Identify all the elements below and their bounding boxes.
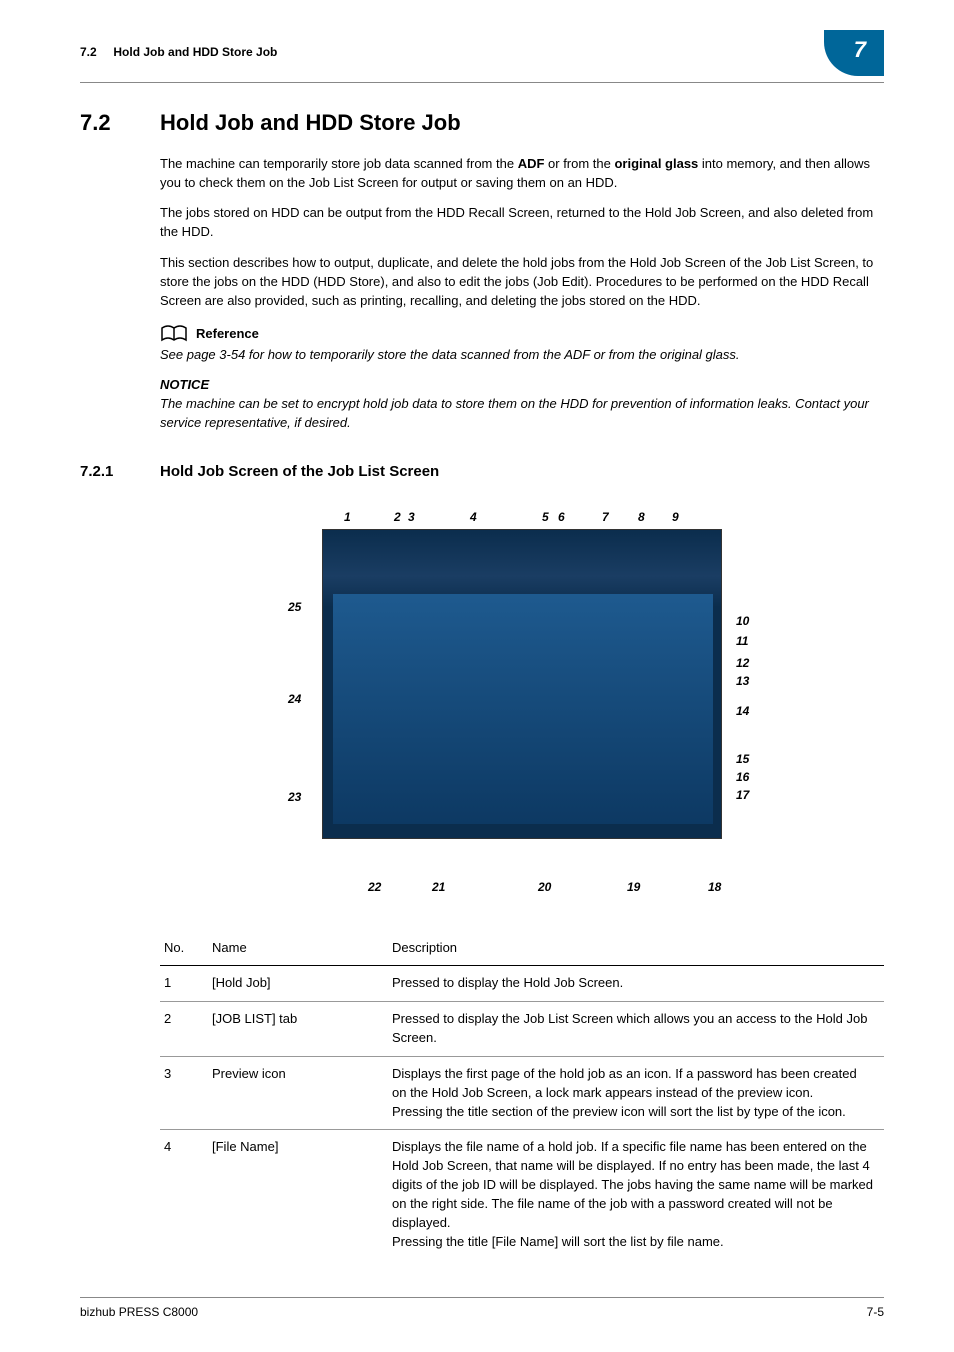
running-header-left: 7.2 Hold Job and HDD Store Job — [80, 44, 277, 61]
rh-section-title: Hold Job and HDD Store Job — [113, 45, 277, 59]
callout: 15 — [736, 751, 749, 768]
callout: 5 — [542, 509, 549, 526]
th-desc: Description — [388, 931, 884, 966]
callout: 25 — [288, 599, 301, 616]
reference-heading: Reference — [160, 325, 884, 344]
callout: 7 — [602, 509, 609, 526]
callout: 22 — [368, 879, 381, 896]
subsection-title: Hold Job Screen of the Job List Screen — [160, 461, 439, 483]
callout: 11 — [736, 633, 748, 650]
callout: 4 — [470, 509, 477, 526]
cell-no: 2 — [160, 1002, 208, 1057]
callout: 8 — [638, 509, 645, 526]
paragraph: The machine can temporarily store job da… — [160, 155, 884, 193]
table-header-row: No. Name Description — [160, 931, 884, 966]
cell-desc: Displays the first page of the hold job … — [388, 1056, 884, 1130]
callout: 17 — [736, 787, 749, 804]
callout: 13 — [736, 673, 749, 690]
reference-text: See page 3-54 for how to temporarily sto… — [160, 346, 884, 365]
header-rule — [80, 82, 884, 83]
chapter-tab: 7 — [824, 30, 884, 76]
running-header: 7.2 Hold Job and HDD Store Job 7 — [80, 30, 884, 76]
callout: 23 — [288, 789, 301, 806]
notice-text: The machine can be set to encrypt hold j… — [160, 395, 884, 433]
callout: 20 — [538, 879, 551, 896]
cell-name: [File Name] — [208, 1130, 388, 1260]
cell-no: 3 — [160, 1056, 208, 1130]
figure: 1 2 3 4 5 6 7 8 9 10 11 12 13 14 15 16 1… — [160, 503, 884, 909]
table-row: 2 [JOB LIST] tab Pressed to display the … — [160, 1002, 884, 1057]
cell-no: 1 — [160, 966, 208, 1002]
cell-desc: Displays the file name of a hold job. If… — [388, 1130, 884, 1260]
cell-name: Preview icon — [208, 1056, 388, 1130]
reference-label: Reference — [196, 325, 259, 344]
callout: 24 — [288, 691, 301, 708]
callout: 14 — [736, 703, 749, 720]
callout: 1 — [344, 509, 351, 526]
cell-desc: Pressed to display the Hold Job Screen. — [388, 966, 884, 1002]
subsection-heading: 7.2.1 Hold Job Screen of the Job List Sc… — [80, 461, 884, 483]
table-row: 4 [File Name] Displays the file name of … — [160, 1130, 884, 1260]
section-title: Hold Job and HDD Store Job — [160, 107, 461, 139]
rh-section-no: 7.2 — [80, 45, 97, 59]
paragraph: This section describes how to output, du… — [160, 254, 884, 311]
cell-name: [JOB LIST] tab — [208, 1002, 388, 1057]
callout: 10 — [736, 613, 749, 630]
paragraph: The jobs stored on HDD can be output fro… — [160, 204, 884, 242]
cell-no: 4 — [160, 1130, 208, 1260]
book-icon — [160, 325, 188, 343]
callout: 21 — [432, 879, 445, 896]
callout: 12 — [736, 655, 749, 672]
table-row: 1 [Hold Job] Pressed to display the Hold… — [160, 966, 884, 1002]
notice-label: NOTICE — [160, 376, 884, 395]
footer-page: 7-5 — [867, 1304, 884, 1321]
cell-desc: Pressed to display the Job List Screen w… — [388, 1002, 884, 1057]
th-name: Name — [208, 931, 388, 966]
callout: 18 — [708, 879, 721, 896]
callout: 16 — [736, 769, 749, 786]
subsection-number: 7.2.1 — [80, 461, 160, 483]
callout: 19 — [627, 879, 640, 896]
callout: 2 — [394, 509, 401, 526]
footer-product: bizhub PRESS C8000 — [80, 1304, 198, 1321]
callout: 6 — [558, 509, 565, 526]
cell-name: [Hold Job] — [208, 966, 388, 1002]
th-no: No. — [160, 931, 208, 966]
table-row: 3 Preview icon Displays the first page o… — [160, 1056, 884, 1130]
page-footer: bizhub PRESS C8000 7-5 — [80, 1297, 884, 1321]
section-heading: 7.2 Hold Job and HDD Store Job — [80, 107, 884, 139]
section-number: 7.2 — [80, 107, 160, 139]
screenshot-placeholder — [322, 529, 722, 839]
callout: 9 — [672, 509, 679, 526]
callout: 3 — [408, 509, 415, 526]
description-table: No. Name Description 1 [Hold Job] Presse… — [160, 931, 884, 1260]
